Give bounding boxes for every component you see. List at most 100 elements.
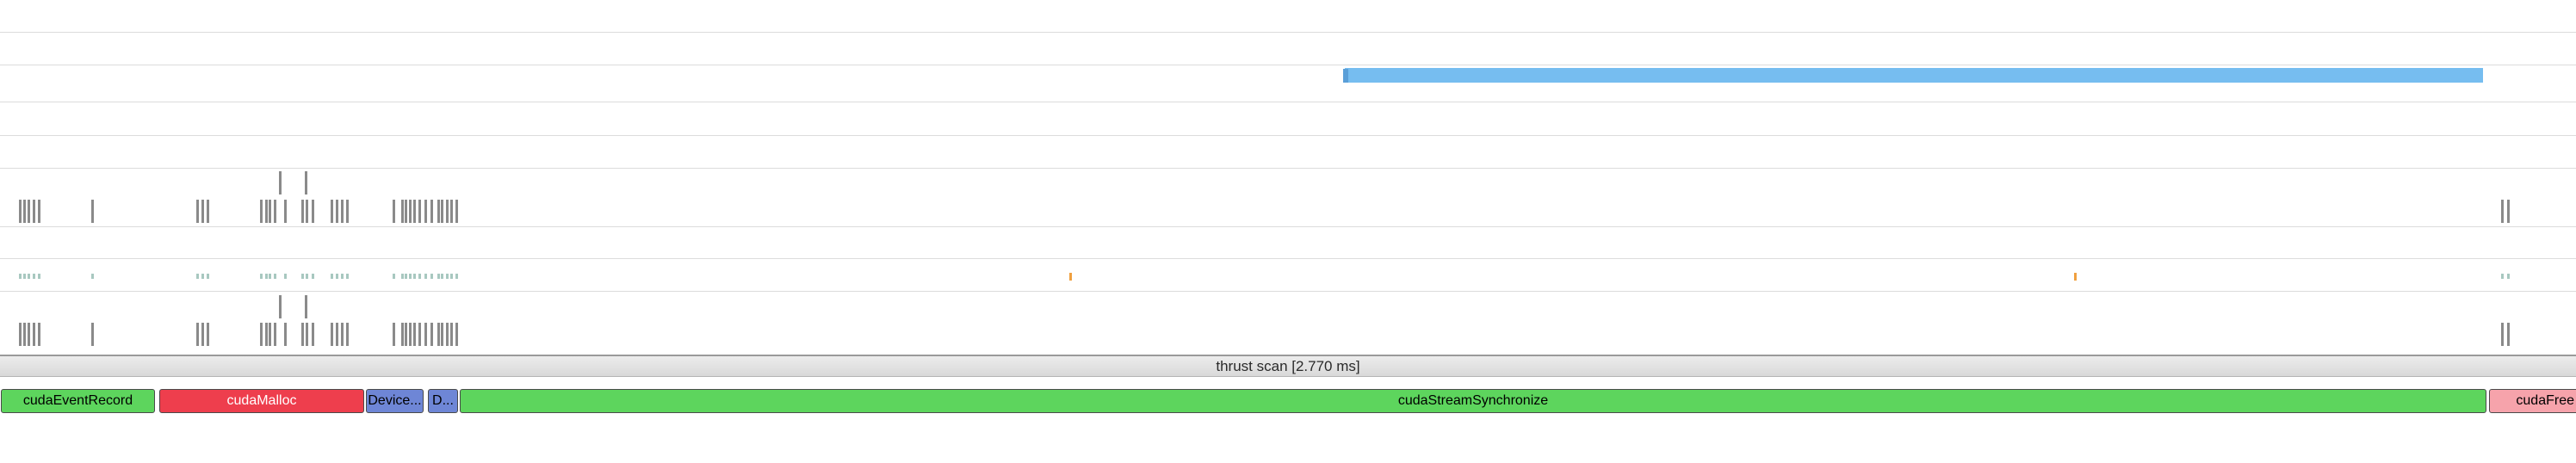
lane-separator	[0, 168, 2576, 169]
thread-state-tick	[413, 274, 416, 279]
thread-state-tick	[207, 274, 209, 279]
cpu-sample-tick	[455, 323, 458, 346]
thread-state-tick	[33, 274, 35, 279]
lane-separator	[0, 258, 2576, 259]
cpu-sample-tick	[284, 200, 287, 223]
cpu-sample-tick	[437, 200, 440, 223]
cpu-sample-tick	[424, 200, 427, 223]
api-call-label: cudaFree	[2516, 393, 2574, 408]
cpu-sample-tick	[196, 323, 199, 346]
thread-state-tick	[260, 274, 263, 279]
api-call-cuda-event-record[interactable]: cudaEventRecord	[1, 389, 155, 413]
thread-state-tick	[441, 274, 443, 279]
cpu-sample-tick	[2501, 200, 2504, 223]
cpu-sample-tick	[331, 200, 333, 223]
cpu-sample-tick	[23, 323, 26, 346]
cpu-sample-tick	[446, 323, 449, 346]
cpu-sample-tick	[274, 323, 276, 346]
cpu-sample-tick	[265, 323, 268, 346]
thread-state-tick	[446, 274, 449, 279]
thread-state-tick	[269, 274, 271, 279]
cpu-sample-tick	[312, 323, 314, 346]
thread-state-tick	[409, 274, 412, 279]
thread-state-tick	[418, 274, 421, 279]
thread-state-tick	[196, 274, 199, 279]
cpu-sample-tick	[306, 323, 308, 346]
lane-separator	[0, 32, 2576, 33]
cpu-sample-tick	[441, 200, 443, 223]
cpu-sample-tick	[401, 323, 404, 346]
cpu-sample-tick	[201, 323, 204, 346]
cpu-sample-tick	[19, 200, 22, 223]
thread-state-tick	[336, 274, 338, 279]
thread-state-tick	[274, 274, 276, 279]
api-call-cuda-free[interactable]: cudaFree	[2489, 389, 2576, 413]
cpu-sample-tick	[2507, 200, 2510, 223]
cpu-sample-tick	[336, 200, 338, 223]
cpu-sample-tick	[28, 323, 30, 346]
cpu-sample-tick	[401, 200, 404, 223]
cpu-sample-tick	[207, 200, 209, 223]
thread-state-tick	[28, 274, 30, 279]
cpu-sample-tick	[437, 323, 440, 346]
cpu-sample-tick	[2507, 323, 2510, 346]
thread-state-tick	[405, 274, 407, 279]
cpu-sample-tick	[91, 323, 94, 346]
api-call-label: Device...	[368, 393, 422, 408]
cpu-sample-tick	[2501, 323, 2504, 346]
cpu-sample-tick	[450, 323, 453, 346]
cpu-sample-tick	[306, 200, 308, 223]
thread-state-tick	[306, 274, 308, 279]
api-call-device[interactable]: Device...	[366, 389, 424, 413]
kernel-launch-marker[interactable]	[1343, 69, 1348, 83]
thread-state-tick	[265, 274, 268, 279]
cpu-sample-tick	[305, 295, 307, 318]
thread-state-tick	[424, 274, 427, 279]
cpu-sample-tick	[196, 200, 199, 223]
thread-state-tick	[23, 274, 26, 279]
cpu-sample-tick	[441, 323, 443, 346]
cpu-sample-tick	[265, 200, 268, 223]
cpu-sample-tick	[201, 200, 204, 223]
api-call-cuda-stream-synchronize[interactable]: cudaStreamSynchronize	[460, 389, 2486, 413]
cpu-sample-tick	[33, 200, 35, 223]
thread-state-tick	[312, 274, 314, 279]
cpu-sample-tick	[305, 171, 307, 194]
cpu-sample-tick	[91, 200, 94, 223]
cpu-sample-tick	[418, 200, 421, 223]
thread-state-tick	[2507, 274, 2510, 279]
thread-state-tick	[284, 274, 287, 279]
kernel-bar[interactable]	[1345, 68, 2483, 83]
cpu-sample-tick	[450, 200, 453, 223]
cpu-sample-tick	[413, 323, 416, 346]
cpu-sample-tick	[28, 200, 30, 223]
thread-state-tick	[430, 274, 433, 279]
cpu-sample-tick	[430, 323, 433, 346]
api-call-cuda-malloc[interactable]: cudaMalloc	[159, 389, 364, 413]
cpu-sample-tick	[301, 200, 304, 223]
cpu-sample-tick	[409, 323, 412, 346]
api-call-label: cudaStreamSynchronize	[1397, 393, 1549, 408]
lane-separator	[0, 291, 2576, 292]
cpu-sample-tick	[269, 323, 271, 346]
thread-state-tick	[331, 274, 333, 279]
api-call-label: cudaEventRecord	[22, 393, 133, 408]
cpu-sample-tick	[38, 323, 40, 346]
cpu-sample-tick	[405, 323, 407, 346]
cpu-sample-tick	[418, 323, 421, 346]
cpu-sample-tick	[23, 200, 26, 223]
highlight-tick	[1069, 273, 1072, 281]
api-call-d[interactable]: D...	[428, 389, 458, 413]
cpu-sample-tick	[341, 200, 344, 223]
nvtx-range-label: thrust scan [2.770 ms]	[1216, 357, 1360, 374]
cpu-sample-tick	[346, 200, 349, 223]
cpu-sample-tick	[413, 200, 416, 223]
thread-state-tick	[346, 274, 349, 279]
cpu-sample-tick	[455, 200, 458, 223]
nvtx-range-thrust-scan[interactable]: thrust scan [2.770 ms]	[0, 355, 2576, 377]
cpu-sample-tick	[260, 200, 263, 223]
cpu-sample-tick	[346, 323, 349, 346]
cpu-sample-tick	[446, 200, 449, 223]
thread-state-tick	[455, 274, 458, 279]
thread-state-tick	[450, 274, 453, 279]
